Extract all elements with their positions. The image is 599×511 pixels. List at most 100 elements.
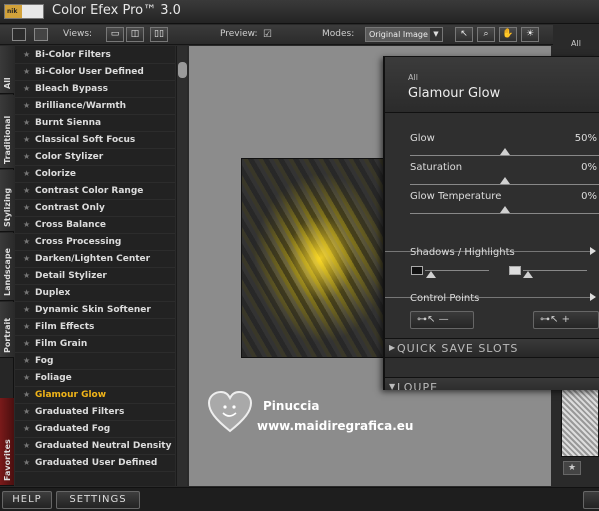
loupe-header[interactable]: ▼ LOUPE — [385, 377, 599, 390]
star-icon[interactable]: ★ — [23, 424, 30, 433]
star-icon[interactable]: ★ — [563, 461, 581, 475]
filter-item[interactable]: ★ Darken/Lighten Center — [15, 251, 175, 268]
filter-item[interactable]: ★ Detail Stylizer — [15, 268, 175, 285]
tab-portrait[interactable]: Portrait — [0, 302, 14, 358]
filter-item[interactable]: ★ Film Effects — [15, 319, 175, 336]
filter-item[interactable]: ★ Contrast Color Range — [15, 183, 175, 200]
tab-landscape[interactable]: Landscape — [0, 233, 14, 301]
filter-item[interactable]: ★ Cross Processing — [15, 234, 175, 251]
filter-label: Glamour Glow — [35, 390, 107, 400]
star-icon[interactable]: ★ — [23, 288, 30, 297]
add-control-point-button[interactable]: ⊶↖ + — [533, 311, 599, 329]
quick-save-slots-header[interactable]: ▶ QUICK SAVE SLOTS — [385, 338, 599, 358]
star-icon[interactable]: ★ — [23, 458, 30, 467]
tab-favorites-label: Favorites — [3, 439, 12, 481]
filter-item[interactable]: ★ Burnt Sienna — [15, 115, 175, 132]
star-icon[interactable]: ★ — [23, 305, 30, 314]
hand-tool-icon[interactable]: ✋ — [499, 27, 517, 42]
control-point-pointer-icon: ⊶↖ — [417, 314, 436, 325]
tab-stylizing[interactable]: Stylizing — [0, 170, 14, 232]
shadows-highlights-label[interactable]: Shadows / Highlights — [410, 247, 515, 258]
filter-item[interactable]: ★ Brilliance/Warmth — [15, 98, 175, 115]
scroll-thumb[interactable] — [178, 62, 187, 78]
split-view-button[interactable]: ◫ — [126, 27, 144, 42]
filter-item[interactable]: ★ Classical Soft Focus — [15, 132, 175, 149]
star-icon[interactable]: ★ — [23, 135, 30, 144]
control-points-label[interactable]: Control Points — [410, 293, 479, 304]
filter-item[interactable]: ★ Color Stylizer — [15, 149, 175, 166]
filter-item[interactable]: ★ Graduated Neutral Density — [15, 438, 175, 455]
side-by-side-view-button[interactable]: ▯▯ — [150, 27, 168, 42]
filter-label: Fog — [35, 356, 54, 366]
panel-title: Glamour Glow — [408, 86, 501, 101]
star-icon[interactable]: ★ — [23, 407, 30, 416]
star-icon[interactable]: ★ — [23, 271, 30, 280]
plus-icon: + — [561, 314, 570, 325]
shadows-slider-handle[interactable] — [426, 271, 436, 278]
filter-item[interactable]: ★ Film Grain — [15, 336, 175, 353]
help-button[interactable]: HELP — [2, 491, 52, 509]
filter-item[interactable]: ★ Dynamic Skin Softener — [15, 302, 175, 319]
star-icon[interactable]: ★ — [23, 339, 30, 348]
glow-slider[interactable] — [410, 155, 599, 156]
star-icon[interactable]: ★ — [23, 101, 30, 110]
modes-select[interactable]: Original Image ▼ — [365, 27, 443, 42]
saturation-slider-handle[interactable] — [500, 177, 510, 184]
cancel-button-partial[interactable] — [583, 491, 599, 509]
filter-label: Contrast Color Range — [35, 186, 144, 196]
filter-item[interactable]: ★ Cross Balance — [15, 217, 175, 234]
filter-item[interactable]: ★ Foliage — [15, 370, 175, 387]
filter-list-scrollbar[interactable] — [176, 46, 187, 486]
thumbnail[interactable] — [561, 387, 599, 457]
star-icon[interactable]: ★ — [23, 152, 30, 161]
filter-item[interactable]: ★ Glamour Glow — [15, 387, 175, 404]
expand-arrow-icon[interactable] — [590, 293, 596, 301]
star-icon[interactable]: ★ — [23, 84, 30, 93]
star-icon[interactable]: ★ — [23, 118, 30, 127]
star-icon[interactable]: ★ — [23, 67, 30, 76]
glow-temperature-slider-handle[interactable] — [500, 206, 510, 213]
star-icon[interactable]: ★ — [23, 220, 30, 229]
pointer-tool-icon[interactable]: ↖ — [455, 27, 473, 42]
tab-traditional[interactable]: Traditional — [0, 95, 14, 169]
filter-item[interactable]: ★ Fog — [15, 353, 175, 370]
tab-favorites[interactable]: Favorites — [0, 398, 14, 486]
filter-item[interactable]: ★ Graduated User Defined — [15, 455, 175, 472]
tab-all[interactable]: All — [0, 46, 14, 94]
highlights-slider-handle[interactable] — [523, 271, 533, 278]
nik-logo: nik — [4, 4, 44, 19]
zoom-tool-icon[interactable]: ⌕ — [477, 27, 495, 42]
star-icon[interactable]: ★ — [23, 186, 30, 195]
star-icon[interactable]: ★ — [23, 322, 30, 331]
star-icon[interactable]: ★ — [23, 373, 30, 382]
list-view-icon[interactable] — [34, 28, 48, 41]
filter-item[interactable]: ★ Graduated Filters — [15, 404, 175, 421]
filter-label: Film Effects — [35, 322, 95, 332]
glow-slider-handle[interactable] — [500, 148, 510, 155]
saturation-slider[interactable] — [410, 184, 599, 185]
preview-checkbox[interactable]: ☑ — [263, 29, 272, 40]
filter-item[interactable]: ★ Duplex — [15, 285, 175, 302]
settings-button[interactable]: SETTINGS — [56, 491, 140, 509]
browser-view-icon[interactable] — [12, 28, 26, 41]
filter-item[interactable]: ★ Bleach Bypass — [15, 81, 175, 98]
star-icon[interactable]: ★ — [23, 203, 30, 212]
filter-item[interactable]: ★ Bi-Color User Defined — [15, 64, 175, 81]
filter-item[interactable]: ★ Contrast Only — [15, 200, 175, 217]
star-icon[interactable]: ★ — [23, 237, 30, 246]
single-view-button[interactable]: ▭ — [106, 27, 124, 42]
background-tool-icon[interactable]: ☀ — [521, 27, 539, 42]
preview-label: Preview: — [220, 29, 258, 39]
filter-item[interactable]: ★ Graduated Fog — [15, 421, 175, 438]
expand-arrow-icon[interactable] — [590, 247, 596, 255]
star-icon[interactable]: ★ — [23, 169, 30, 178]
star-icon[interactable]: ★ — [23, 254, 30, 263]
star-icon[interactable]: ★ — [23, 390, 30, 399]
glow-temperature-slider[interactable] — [410, 213, 599, 214]
filter-item[interactable]: ★ Colorize — [15, 166, 175, 183]
star-icon[interactable]: ★ — [23, 441, 30, 450]
remove-control-point-button[interactable]: ⊶↖ — — [410, 311, 474, 329]
filter-item[interactable]: ★ Bi-Color Filters — [15, 47, 175, 64]
star-icon[interactable]: ★ — [23, 356, 30, 365]
star-icon[interactable]: ★ — [23, 50, 30, 59]
